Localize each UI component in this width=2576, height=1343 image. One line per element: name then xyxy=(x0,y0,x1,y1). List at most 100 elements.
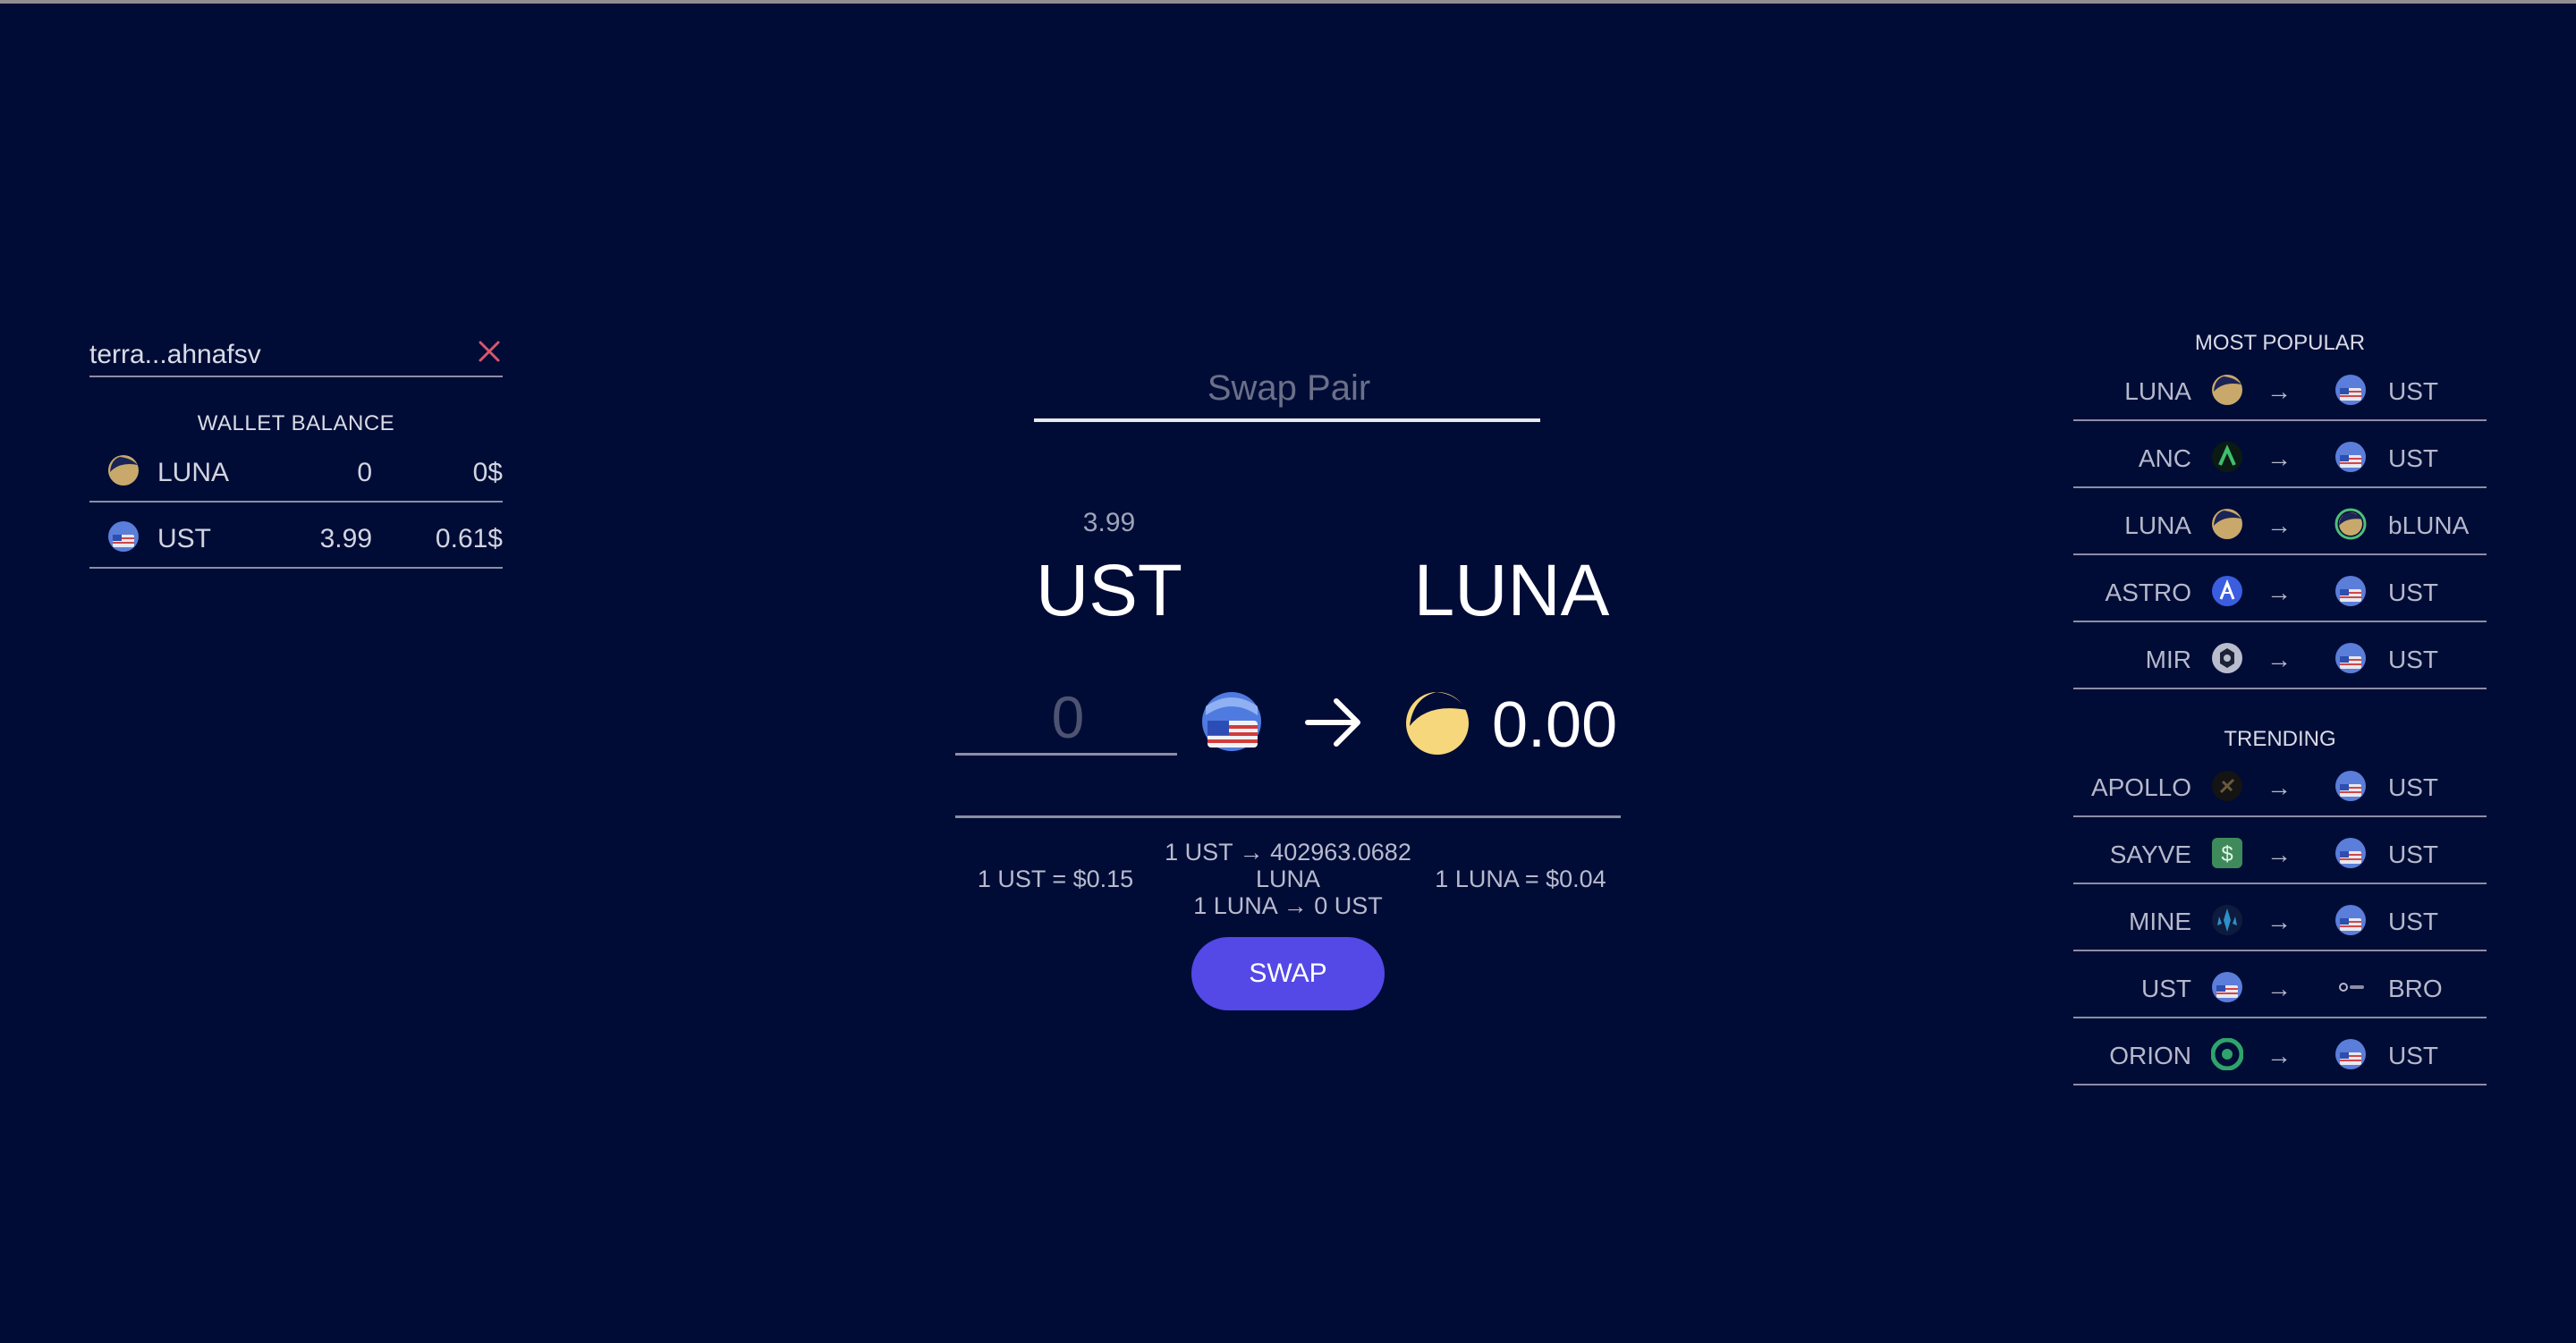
pair-to-symbol: UST xyxy=(2388,773,2438,801)
pair-arrow-icon: → xyxy=(2267,646,2292,673)
pair-to-symbol: UST xyxy=(2388,444,2438,472)
ust-flag-icon xyxy=(2334,374,2367,406)
pair-row[interactable]: ORION → UST xyxy=(2073,1018,2487,1085)
balance-amount: 3.99 xyxy=(319,524,372,553)
from-amount-field xyxy=(955,680,1181,756)
pair-to-symbol: UST xyxy=(2388,908,2438,935)
pair-arrow-icon: → xyxy=(2267,377,2292,405)
pair-from-symbol: UST xyxy=(2141,975,2191,1002)
pair-from-symbol: MIR xyxy=(2145,646,2191,673)
orion-icon xyxy=(2211,1038,2243,1070)
pair-row[interactable]: ASTRO → UST xyxy=(2073,555,2487,622)
ust-flag-icon xyxy=(2334,904,2367,936)
wallet-address-row: terra...ahnafsv xyxy=(89,333,503,377)
most-popular-list: LUNA → UST ANC → UST LUNA → bLUNA ASTRO → UST MIR → US… xyxy=(2073,354,2487,689)
pair-arrow-icon: → xyxy=(2267,975,2292,1002)
pair-to-symbol: bLUNA xyxy=(2388,511,2470,539)
balance-usd: 0.61$ xyxy=(435,524,503,553)
pair-row[interactable]: LUNA → UST xyxy=(2073,354,2487,421)
to-token-symbol: LUNA xyxy=(1413,550,1610,631)
balance-usd: 0$ xyxy=(472,458,503,487)
ust-flag-icon xyxy=(2334,1038,2367,1070)
balance-row-luna: LUNA 0 0$ xyxy=(89,436,503,503)
pair-from-symbol: LUNA xyxy=(2124,511,2191,539)
balance-row-ust: UST 3.99 0.61$ xyxy=(89,503,503,569)
luna-icon xyxy=(2211,374,2243,406)
pair-row[interactable]: APOLLO → UST xyxy=(2073,750,2487,817)
pair-arrow-icon: → xyxy=(2267,579,2292,606)
balance-symbol: UST xyxy=(157,524,211,553)
swap-pair-input[interactable] xyxy=(1034,356,1544,420)
pair-to-symbol: UST xyxy=(2388,1042,2438,1069)
luna-icon xyxy=(107,454,140,486)
pair-arrow-icon: → xyxy=(2267,840,2292,868)
ust-flag-icon xyxy=(2334,642,2367,674)
astro-icon xyxy=(2211,575,2243,607)
pair-to-symbol: UST xyxy=(2388,840,2438,868)
from-token-price: 1 UST = $0.15 xyxy=(977,866,1134,892)
ust-flag-icon[interactable] xyxy=(1199,688,1265,755)
pair-to-symbol: BRO xyxy=(2388,975,2443,1002)
most-popular-title: MOST POPULAR xyxy=(2194,331,2366,355)
exchange-rate-line: LUNA xyxy=(1255,866,1321,892)
window-top-border xyxy=(0,0,2576,4)
pair-from-symbol: MINE xyxy=(2129,908,2191,935)
pair-row[interactable]: ANC → UST xyxy=(2073,421,2487,488)
wallet-address[interactable]: terra...ahnafsv xyxy=(89,340,261,370)
pair-arrow-icon: → xyxy=(2267,444,2292,472)
ust-flag-icon xyxy=(107,520,140,553)
disconnect-close-icon[interactable] xyxy=(476,338,503,365)
bluna-icon xyxy=(2334,508,2367,540)
from-token-balance[interactable]: 3.99 xyxy=(1038,508,1181,538)
apollo-icon xyxy=(2211,770,2243,802)
pair-row[interactable]: MINE → UST xyxy=(2073,884,2487,951)
bro-icon xyxy=(2334,971,2367,1003)
anc-icon xyxy=(2211,441,2243,473)
pair-arrow-icon: → xyxy=(2267,908,2292,935)
trending-title: TRENDING xyxy=(2224,727,2336,751)
swap-button[interactable]: SWAP xyxy=(1191,937,1385,1010)
pair-to-symbol: UST xyxy=(2388,579,2438,606)
pair-from-symbol: ANC xyxy=(2138,444,2191,472)
from-amount-input[interactable] xyxy=(955,680,1181,755)
pair-arrow-icon: → xyxy=(2267,511,2292,539)
wallet-panel: terra...ahnafsv WALLET BALANCE LUNA 0 0$… xyxy=(89,333,503,569)
pair-arrow-icon: → xyxy=(2267,773,2292,801)
pair-from-symbol: LUNA xyxy=(2124,377,2191,405)
pairs-panel: MOST POPULAR LUNA → UST ANC → UST LUNA → bLUNA AS… xyxy=(2073,318,2487,1085)
pair-from-symbol: ORION xyxy=(2109,1042,2191,1069)
trending-list: APOLLO → UST SAYVE $ → UST MINE → UST UST → BRO ORION… xyxy=(2073,750,2487,1085)
pair-from-symbol: ASTRO xyxy=(2105,579,2191,606)
ust-flag-icon xyxy=(2334,837,2367,869)
svg-text:$: $ xyxy=(2221,842,2233,866)
luna-icon xyxy=(2211,508,2243,540)
exchange-rate-line: 1 UST → 402963.0682 xyxy=(1165,839,1411,866)
ust-flag-icon xyxy=(2334,575,2367,607)
ust-flag-icon xyxy=(2334,441,2367,473)
pair-row[interactable]: MIR → UST xyxy=(2073,622,2487,689)
mir-icon xyxy=(2211,642,2243,674)
exchange-rate-line: 1 LUNA → 0 UST xyxy=(1193,892,1383,919)
balance-amount: 0 xyxy=(357,458,372,487)
from-token-symbol: UST xyxy=(1036,550,1182,631)
ust-flag-icon xyxy=(2211,971,2243,1003)
swap-pair-search xyxy=(1034,356,1544,422)
wallet-balance-title: WALLET BALANCE xyxy=(197,411,395,435)
exchange-rate: 1 UST → 402963.0682 LUNA 1 LUNA → 0 UST xyxy=(1145,839,1431,919)
balance-symbol: LUNA xyxy=(157,458,230,487)
to-token-price: 1 LUNA = $0.04 xyxy=(1435,866,1606,892)
pair-from-symbol: APOLLO xyxy=(2090,773,2191,801)
swap-direction-arrow-icon[interactable] xyxy=(1302,694,1367,751)
to-amount-output: 0.00 xyxy=(1492,689,1618,761)
luna-icon[interactable] xyxy=(1404,690,1470,756)
pair-row[interactable]: UST → BRO xyxy=(2073,951,2487,1018)
pair-arrow-icon: → xyxy=(2267,1042,2292,1069)
ust-flag-icon xyxy=(2334,770,2367,802)
sayve-icon: $ xyxy=(2211,837,2243,869)
pair-to-symbol: UST xyxy=(2388,646,2438,673)
mine-icon xyxy=(2211,904,2243,936)
pair-to-symbol: UST xyxy=(2388,377,2438,405)
pair-from-symbol: SAYVE xyxy=(2109,840,2191,868)
pair-row[interactable]: SAYVE $ → UST xyxy=(2073,817,2487,884)
pair-row[interactable]: LUNA → bLUNA xyxy=(2073,488,2487,555)
